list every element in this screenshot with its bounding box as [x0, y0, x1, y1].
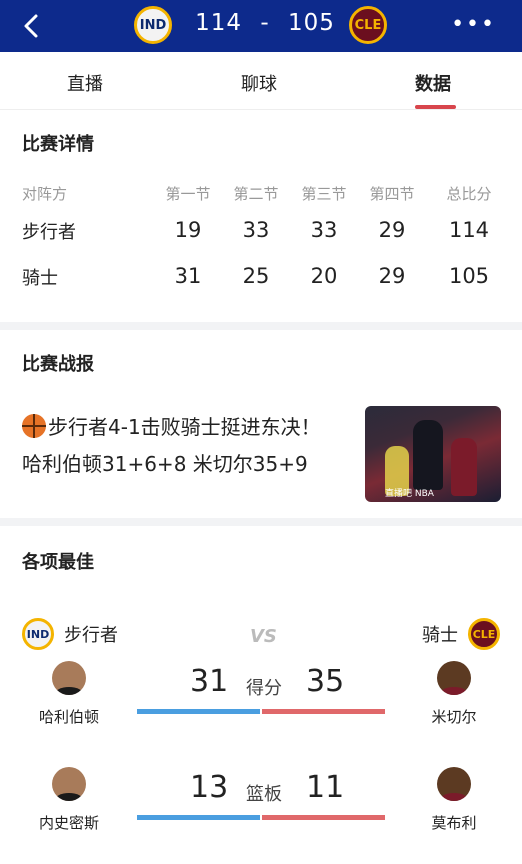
team-name: 步行者 — [22, 222, 76, 243]
header-cell: 对阵方 — [22, 185, 68, 203]
home-stat-bar — [137, 815, 260, 820]
quarter-score: 25 — [242, 264, 270, 288]
avatar[interactable] — [52, 661, 86, 695]
report-headline[interactable]: 步行者4-1击败骑士挺进东决！哈利伯顿31+6+8 米切尔35+9 — [22, 409, 338, 483]
home-team-name: 步行者 — [64, 625, 118, 646]
avatar[interactable] — [437, 661, 471, 695]
team-name: 骑士 — [22, 268, 58, 289]
home-score: 114 — [195, 10, 243, 36]
away-stat-value: 35 — [306, 664, 345, 699]
home-team-abbr: IND — [139, 17, 167, 33]
stat-label: 得分 — [246, 678, 282, 699]
away-team-mini-logo: CLE — [468, 618, 500, 650]
quarter-score: 29 — [378, 218, 406, 242]
scoreline: 114 - 105 — [190, 10, 340, 36]
best-players-card: 各项最佳 IND 步行者 VS 骑士 CLE 哈利伯顿 31 得分 35 米切尔… — [0, 526, 522, 864]
back-chevron-icon[interactable] — [14, 8, 50, 44]
home-team-label: IND 步行者 — [22, 618, 118, 650]
quarter-score: 20 — [310, 264, 338, 288]
away-team-abbr: CLE — [354, 17, 382, 33]
home-stat-bar — [137, 709, 260, 714]
away-player-name[interactable]: 米切尔 — [409, 706, 499, 727]
vs-label: VS — [250, 626, 277, 647]
away-player-name[interactable]: 莫布利 — [409, 812, 499, 833]
avatar[interactable] — [52, 767, 86, 801]
quarter-score: 29 — [378, 264, 406, 288]
tab-chat[interactable]: 聊球 — [241, 70, 277, 96]
stat-label: 篮板 — [246, 784, 282, 805]
away-stat-bar — [262, 709, 385, 714]
tab-live[interactable]: 直播 — [67, 70, 103, 96]
home-stat-value: 31 — [190, 664, 229, 699]
tab-stats[interactable]: 数据 — [415, 70, 451, 96]
header-cell: 第一节 — [165, 185, 211, 203]
report-headline-text: 步行者4-1击败骑士挺进东决！哈利伯顿31+6+8 米切尔35+9 — [22, 415, 321, 476]
header-cell: 第二节 — [233, 185, 279, 203]
section-title: 各项最佳 — [22, 552, 94, 573]
away-stat-value: 11 — [306, 770, 345, 805]
away-stat-bar — [262, 815, 385, 820]
section-title: 比赛详情 — [22, 134, 94, 155]
quarter-score: 19 — [174, 218, 202, 242]
header-cell: 第四节 — [369, 185, 415, 203]
section-title: 比赛战报 — [22, 354, 94, 375]
report-thumbnail[interactable]: 直播吧 NBA — [365, 406, 501, 502]
home-team-logo[interactable]: IND — [134, 6, 172, 44]
match-details-card: 比赛详情 对阵方 第一节 第二节 第三节 第四节 总比分 步行者 19 33 3… — [0, 110, 522, 322]
basketball-icon — [22, 414, 46, 438]
score-separator: - — [260, 10, 270, 36]
away-team-name: 骑士 — [422, 625, 458, 646]
more-dots-icon[interactable]: ••• — [451, 12, 496, 37]
home-player-name[interactable]: 内史密斯 — [24, 812, 114, 833]
away-score: 105 — [287, 10, 335, 36]
away-team-logo[interactable]: CLE — [349, 6, 387, 44]
home-team-mini-logo: IND — [22, 618, 54, 650]
home-player-name[interactable]: 哈利伯顿 — [24, 706, 114, 727]
quarter-score: 33 — [242, 218, 270, 242]
avatar[interactable] — [437, 767, 471, 801]
quarter-score: 33 — [310, 218, 338, 242]
total-score: 114 — [448, 218, 490, 242]
away-team-label: 骑士 CLE — [422, 618, 500, 650]
game-header: IND 114 - 105 CLE ••• — [0, 0, 522, 52]
thumbnail-caption: 直播吧 NBA — [385, 489, 434, 499]
header-cell: 第三节 — [301, 185, 347, 203]
active-tab-indicator — [415, 105, 456, 109]
quarter-score: 31 — [174, 264, 202, 288]
home-stat-value: 13 — [190, 770, 229, 805]
tab-bar: 直播 聊球 数据 — [0, 52, 522, 110]
header-cell: 总比分 — [446, 185, 492, 203]
total-score: 105 — [448, 264, 490, 288]
game-report-card[interactable]: 比赛战报 步行者4-1击败骑士挺进东决！哈利伯顿31+6+8 米切尔35+9 直… — [0, 330, 522, 518]
